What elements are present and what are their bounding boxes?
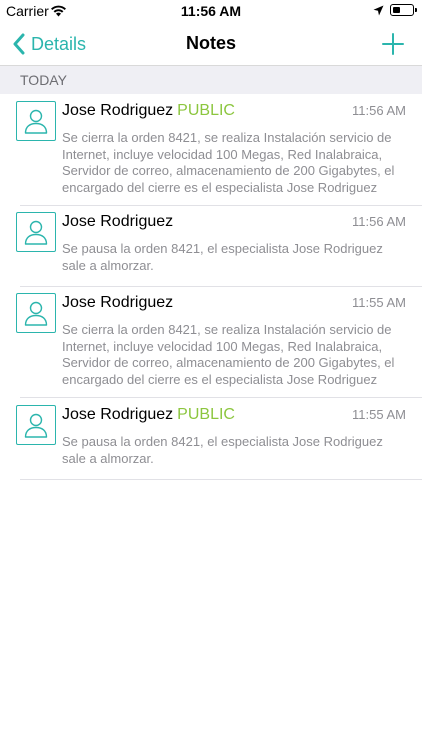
divider xyxy=(20,397,422,398)
user-icon xyxy=(24,220,48,245)
page-title: Notes xyxy=(185,33,236,53)
location-arrow-icon xyxy=(373,5,384,16)
divider xyxy=(20,286,422,287)
note-item[interactable]: Jose Rodriguez PUBLIC 11:56 AM Se cierra … xyxy=(0,101,422,205)
note-time: 11:56 AM xyxy=(352,103,406,118)
note-author: Jose Rodriguez PUBLIC xyxy=(62,406,235,424)
status-time: 11:56 AM xyxy=(180,3,242,19)
divider xyxy=(20,205,422,206)
note-author: Jose Rodriguez xyxy=(62,213,177,231)
note-item[interactable]: Jose Rodriguez PUBLIC 11:55 AM Se pausa l… xyxy=(0,405,422,479)
status-bar: Carrier 11:56 AM xyxy=(0,0,422,22)
divider xyxy=(20,479,422,480)
author-name: Jose Rodriguez xyxy=(62,294,174,311)
public-badge: PUBLIC xyxy=(177,406,235,423)
note-author: Jose Rodriguez PUBLIC xyxy=(62,102,235,120)
note-item[interactable]: Jose Rodriguez 11:55 AM Se cierra la ord… xyxy=(0,293,422,397)
author-name: Jose Rodriguez xyxy=(62,213,174,230)
note-time: 11:56 AM xyxy=(352,214,406,229)
user-icon xyxy=(24,413,48,438)
avatar xyxy=(16,212,56,252)
avatar xyxy=(16,405,56,445)
note-item[interactable]: Jose Rodriguez 11:56 AM Se pausa la orde… xyxy=(0,212,422,286)
public-badge: PUBLIC xyxy=(177,102,235,119)
author-name: Jose Rodriguez xyxy=(62,102,174,119)
add-note-button[interactable] xyxy=(381,32,405,56)
navigation-bar: Details Notes xyxy=(0,22,422,66)
avatar xyxy=(16,101,56,141)
note-text: Se pausa la orden 8421, el especialista … xyxy=(62,434,383,466)
battery-icon xyxy=(390,4,417,16)
note-text: Se cierra la orden 8421, se realiza Inst… xyxy=(62,322,395,387)
note-text: Se pausa la orden 8421, el especialista … xyxy=(62,241,383,273)
author-name: Jose Rodriguez xyxy=(62,406,174,423)
section-header-today: TODAY xyxy=(0,66,422,94)
section-header-label: TODAY xyxy=(20,72,67,88)
user-icon xyxy=(24,109,48,134)
note-text: Se cierra la orden 8421, se realiza Inst… xyxy=(62,130,395,195)
note-time: 11:55 AM xyxy=(352,295,406,310)
user-icon xyxy=(24,301,48,326)
note-author: Jose Rodriguez xyxy=(62,294,177,312)
note-time: 11:55 AM xyxy=(352,407,406,422)
avatar xyxy=(16,293,56,333)
